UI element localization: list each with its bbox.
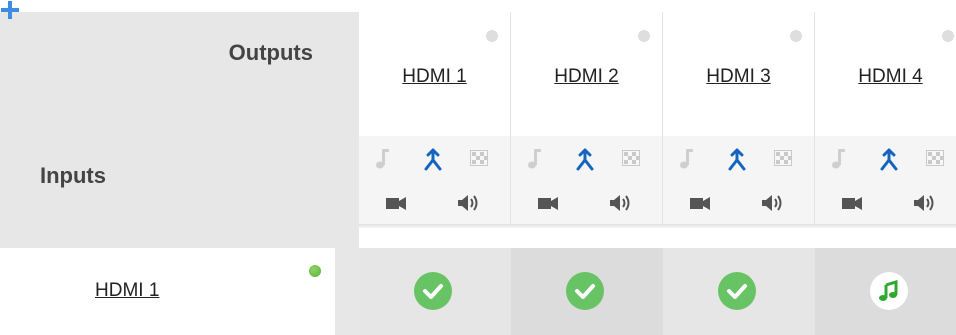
music-note-icon[interactable] [527,148,541,175]
plus-icon[interactable] [0,0,20,25]
route-cell[interactable] [511,248,663,335]
output-column: HDMI 1 [359,12,511,228]
music-note-icon[interactable] [679,148,693,175]
video-camera-icon[interactable] [842,196,862,216]
output-status-dot [790,30,802,42]
output-name-link[interactable]: HDMI 4 [815,66,956,88]
check-icon[interactable] [414,272,452,310]
input-row[interactable] [0,248,335,335]
speaker-icon[interactable] [457,194,479,217]
header-corner-edge [335,228,359,335]
pattern-grid-icon[interactable] [774,150,792,171]
output-tools [815,136,956,228]
route-cell[interactable] [359,248,511,335]
speaker-icon[interactable] [609,194,631,217]
video-camera-icon[interactable] [538,196,558,216]
check-icon[interactable] [718,272,756,310]
input-name-link[interactable]: HDMI 1 [95,280,159,302]
outputs-heading: Outputs [228,40,313,65]
music-note-icon[interactable] [831,148,845,175]
merge-routing-icon[interactable] [726,147,748,176]
route-cell[interactable] [663,248,815,335]
output-name-link[interactable]: HDMI 2 [511,66,662,88]
audio-note-icon[interactable] [870,272,908,310]
input-status-dot [309,265,321,277]
video-camera-icon[interactable] [386,196,406,216]
output-status-dot [486,30,498,42]
output-status-dot [638,30,650,42]
pattern-grid-icon[interactable] [470,150,488,171]
speaker-icon[interactable] [913,194,935,217]
video-camera-icon[interactable] [690,196,710,216]
output-column: HDMI 2 [511,12,663,228]
check-icon[interactable] [566,272,604,310]
speaker-icon[interactable] [761,194,783,217]
merge-routing-icon[interactable] [878,147,900,176]
output-tools [359,136,510,228]
output-column: HDMI 3 [663,12,815,228]
inputs-heading: Inputs [40,163,106,188]
output-name-link[interactable]: HDMI 1 [359,66,510,88]
merge-routing-icon[interactable] [422,147,444,176]
header-shadow [359,224,956,228]
output-tools [511,136,662,228]
output-name-link[interactable]: HDMI 3 [663,66,814,88]
merge-routing-icon[interactable] [574,147,596,176]
output-tools [663,136,814,228]
pattern-grid-icon[interactable] [926,150,944,171]
music-note-icon[interactable] [375,148,389,175]
output-status-dot [942,30,954,42]
route-cell[interactable] [815,248,956,335]
output-column: HDMI 4 [815,12,956,228]
pattern-grid-icon[interactable] [622,150,640,171]
